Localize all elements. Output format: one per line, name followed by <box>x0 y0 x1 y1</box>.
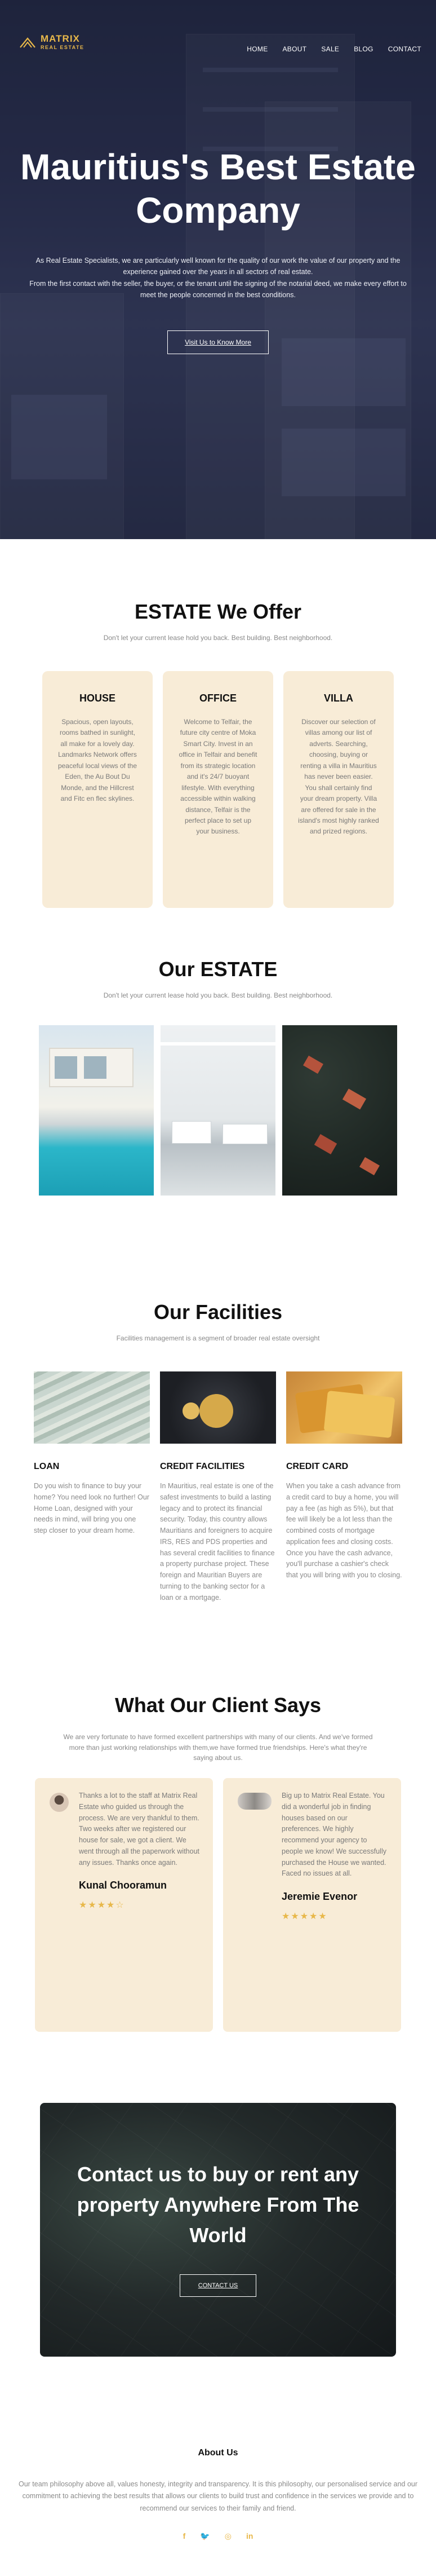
nav-link-blog[interactable]: BLOG <box>354 45 373 53</box>
offer-section: ESTATE We Offer Don't let your current l… <box>0 539 436 908</box>
testimonial-name: Kunal Chooramun <box>79 1880 167 1891</box>
star-rating: ★★★★★ <box>282 1912 328 1922</box>
offer-card-title: VILLA <box>324 692 353 704</box>
facilities-subtitle: Facilities management is a segment of br… <box>116 1334 320 1342</box>
offer-card-office[interactable]: OFFICE Welcome to Telfair, the future ci… <box>163 671 273 908</box>
offer-card-title: OFFICE <box>199 692 237 704</box>
top-navigation-bar: MATRIX REAL ESTATE HOME ABOUT SALE BLOG … <box>0 0 436 96</box>
hero-description: As Real Estate Specialists, we are parti… <box>21 255 415 302</box>
facility-loan: LOAN Do you wish to finance to buy your … <box>34 1371 150 1603</box>
estate-gallery <box>0 1025 436 1196</box>
testimonial-text: Thanks a lot to the staff at Matrix Real… <box>79 1792 200 1867</box>
clients-section: What Our Client Says We are very fortuna… <box>0 1603 436 2032</box>
testimonial-card: Thanks a lot to the staff at Matrix Real… <box>35 1778 213 2032</box>
contact-banner: Contact us to buy or rent any property A… <box>40 2103 396 2357</box>
facility-credit: CREDIT FACILITIES In Mauritius, real est… <box>160 1371 276 1603</box>
hero-paragraph: As Real Estate Specialists, we are parti… <box>35 256 401 276</box>
hero-section: MATRIX REAL ESTATE HOME ABOUT SALE BLOG … <box>0 0 436 539</box>
avatar <box>50 1793 69 1812</box>
twitter-icon[interactable]: 🐦 <box>200 2531 210 2541</box>
nav-link-home[interactable]: HOME <box>247 45 268 53</box>
facility-title: LOAN <box>34 1462 60 1471</box>
office-interior-image[interactable] <box>161 1025 275 1196</box>
linkedin-icon[interactable]: in <box>246 2531 253 2541</box>
hero-paragraph: From the first contact with the seller, … <box>29 279 407 299</box>
footer-title: About Us <box>198 2448 238 2458</box>
facebook-icon[interactable]: f <box>183 2531 186 2541</box>
hero-content: Mauritius's Best Estate Company As Real … <box>0 145 436 355</box>
footer: About Us Our team philosophy above all, … <box>0 2357 436 2575</box>
facilities-section: Our Facilities Facilities management is … <box>0 1196 436 1603</box>
nav-link-about[interactable]: ABOUT <box>283 45 307 53</box>
instagram-icon[interactable]: ◎ <box>225 2531 232 2541</box>
offer-card-text: Spacious, open layouts, rooms bathed in … <box>57 718 137 803</box>
footer-text: Our team philosophy above all, values ho… <box>18 2480 418 2512</box>
offer-title: ESTATE We Offer <box>134 600 302 623</box>
main-nav: HOME ABOUT SALE BLOG CONTACT <box>247 45 421 53</box>
facility-text: When you take a cash advance from a cred… <box>286 1482 402 1579</box>
testimonial-cards: Thanks a lot to the staff at Matrix Real… <box>0 1778 436 2032</box>
credit-cards-image[interactable] <box>286 1371 402 1444</box>
testimonial-text: Big up to Matrix Real Estate. You did a … <box>282 1792 386 1878</box>
facility-text: In Mauritius, real estate is one of the … <box>160 1482 275 1602</box>
star-rating: ★★★★☆ <box>79 1900 125 1911</box>
estate-subtitle: Don't let your current lease hold you ba… <box>103 991 333 999</box>
brand-logo[interactable]: MATRIX REAL ESTATE <box>19 34 84 50</box>
estate-section: Our ESTATE Don't let your current lease … <box>0 908 436 1196</box>
money-image[interactable] <box>34 1371 150 1444</box>
offer-card-text: Welcome to Telfair, the future city cent… <box>179 718 257 836</box>
contact-title: Contact us to buy or rent any property A… <box>77 2163 359 2247</box>
offer-cards: HOUSE Spacious, open layouts, rooms bath… <box>0 671 436 908</box>
facility-title: CREDIT FACILITIES <box>160 1462 245 1471</box>
city-aerial-image[interactable] <box>282 1025 397 1196</box>
facility-text: Do you wish to finance to buy your home?… <box>34 1482 150 1534</box>
testimonial-card: Big up to Matrix Real Estate. You did a … <box>223 1778 401 2032</box>
offer-subtitle: Don't let your current lease hold you ba… <box>103 634 333 642</box>
facility-title: CREDIT CARD <box>286 1462 349 1471</box>
facilities-title: Our Facilities <box>153 1300 283 1324</box>
nav-link-contact[interactable]: CONTACT <box>388 45 421 53</box>
house-logo-icon <box>20 37 35 48</box>
offer-card-title: HOUSE <box>79 692 115 704</box>
testimonial-name: Jeremie Evenor <box>282 1891 358 1903</box>
facilities-columns: LOAN Do you wish to finance to buy your … <box>0 1371 436 1603</box>
coins-image[interactable] <box>160 1371 276 1444</box>
hero-title: Mauritius's Best Estate Company <box>20 147 416 231</box>
villa-pool-image[interactable] <box>39 1025 154 1196</box>
contact-section: Contact us to buy or rent any property A… <box>0 2032 436 2357</box>
offer-card-house[interactable]: HOUSE Spacious, open layouts, rooms bath… <box>42 671 153 908</box>
offer-card-text: Discover our selection of villas among o… <box>298 718 379 836</box>
brand-title: MATRIX <box>41 33 80 44</box>
clients-subtitle: We are very fortunate to have formed exc… <box>63 1733 373 1762</box>
nav-link-sale[interactable]: SALE <box>321 45 339 53</box>
visit-us-button[interactable]: Visit Us to Know More <box>167 330 269 355</box>
clients-title: What Our Client Says <box>114 1693 322 1717</box>
estate-title: Our ESTATE <box>158 958 278 981</box>
brand-subtitle: REAL ESTATE <box>41 45 84 50</box>
contact-us-button[interactable]: CONTACT US <box>179 2274 257 2297</box>
avatar <box>238 1793 272 1810</box>
social-links: f 🐦 ◎ in <box>0 2531 436 2541</box>
facility-credit-card: CREDIT CARD When you take a cash advance… <box>286 1371 402 1603</box>
offer-card-villa[interactable]: VILLA Discover our selection of villas a… <box>283 671 394 908</box>
